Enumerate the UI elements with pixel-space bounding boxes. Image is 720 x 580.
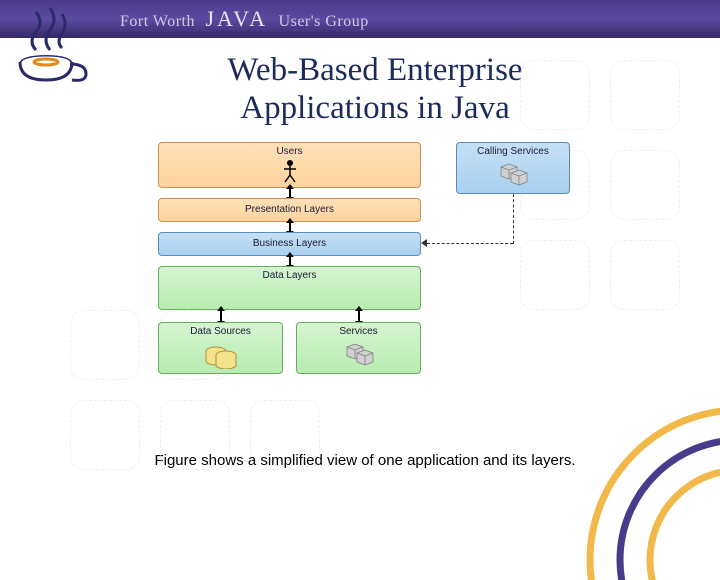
- org-suffix: User's Group: [279, 13, 369, 30]
- database-icon: [204, 343, 238, 369]
- arrow-data-services: [358, 310, 360, 322]
- arrow-data-datasources: [220, 310, 222, 322]
- users-label: Users: [159, 143, 420, 157]
- cubes-icon: [341, 341, 377, 369]
- data-sources-box: Data Sources: [158, 322, 283, 374]
- users-layer-box: Users: [158, 142, 421, 188]
- dashed-vertical: [513, 194, 514, 244]
- calling-services-label: Calling Services: [457, 143, 569, 157]
- data-layer-box: Data Layers: [158, 266, 421, 310]
- cubes-icon: [495, 161, 531, 189]
- java-logo: [6, 2, 94, 90]
- arrow-presentation-business: [289, 222, 291, 232]
- decorative-arcs: [580, 400, 720, 580]
- user-icon: [282, 159, 298, 183]
- calling-services-box: Calling Services: [456, 142, 570, 194]
- org-prefix: Fort Worth: [120, 13, 195, 30]
- header-bar: Fort Worth JAVA User's Group: [0, 0, 720, 38]
- arrow-users-presentation: [289, 188, 291, 198]
- architecture-diagram: Users Presentation Layers Business Layer…: [158, 142, 574, 412]
- org-java: JAVA: [205, 6, 268, 31]
- dashed-arrowhead-icon: [421, 239, 427, 247]
- business-label: Business Layers: [159, 233, 420, 249]
- services-box: Services: [296, 322, 421, 374]
- services-label: Services: [297, 323, 420, 337]
- data-label: Data Layers: [159, 267, 420, 281]
- dashed-horizontal: [427, 243, 513, 244]
- arrow-business-data: [289, 256, 291, 266]
- org-name: Fort Worth JAVA User's Group: [120, 6, 369, 32]
- presentation-label: Presentation Layers: [159, 199, 420, 215]
- data-sources-label: Data Sources: [159, 323, 282, 337]
